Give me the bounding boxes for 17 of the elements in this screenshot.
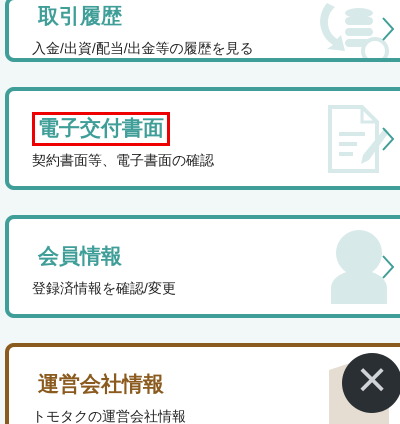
chevron-right-icon (382, 126, 394, 150)
menu-card[interactable]: 電子交付書面 契約書面等、電子書面の確認 (5, 87, 400, 190)
chevron-right-icon (382, 254, 394, 278)
chevron-right-icon (382, 17, 394, 41)
person-icon (329, 230, 389, 304)
coins-icon (319, 0, 389, 58)
card-description: 登録済情報を確認/変更 (32, 278, 177, 298)
menu-card[interactable]: 会員情報 登録済情報を確認/変更 (5, 215, 400, 318)
card-description: トモタクの運営会社情報 (32, 406, 187, 424)
document-pen-icon (327, 104, 389, 174)
menu-card[interactable]: 取引履歴 入金/出資/配当/出金等の履歴を見る (5, 0, 400, 62)
card-description: 入金/出資/配当/出金等の履歴を見る (32, 39, 255, 58)
card-title: 運営会社情報 (37, 372, 165, 398)
card-title: 会員情報 (36, 244, 123, 270)
card-title: 電子交付書面 (32, 112, 170, 146)
card-description: 契約書面等、電子書面の確認 (32, 150, 215, 170)
card-title: 取引履歴 (36, 4, 123, 30)
